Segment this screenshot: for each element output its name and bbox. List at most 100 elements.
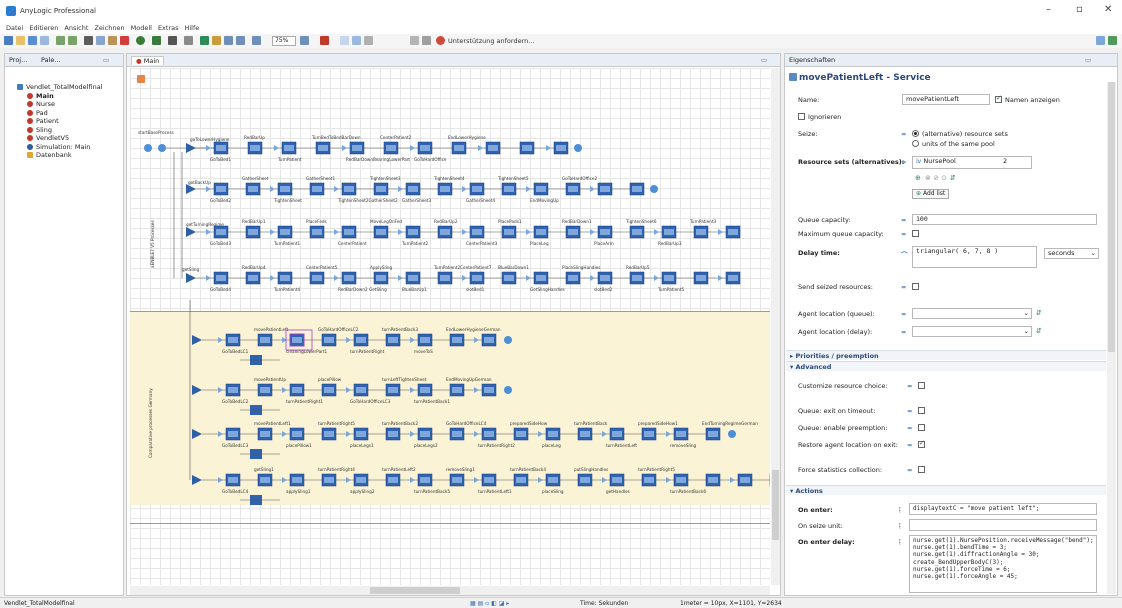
service-block-inner[interactable]: [388, 387, 398, 393]
service-block-inner[interactable]: [484, 477, 494, 483]
static-value-icon[interactable]: =: [901, 230, 906, 238]
service-block-inner[interactable]: [568, 229, 578, 235]
add-list-button[interactable]: ⊕ Add list: [912, 189, 950, 199]
service-block-inner[interactable]: [728, 229, 738, 235]
service-block-inner[interactable]: [440, 229, 450, 235]
tree-item-project[interactable]: Vendlet_TotalModelfinal: [17, 83, 123, 92]
status-tool-icons[interactable]: ▦ ▤ ▫ ◧ ◪ ▸: [470, 600, 509, 607]
service-block-inner[interactable]: [324, 477, 334, 483]
max-queue-checkbox[interactable]: [912, 230, 919, 237]
move-arrow-icon[interactable]: [342, 145, 347, 151]
service-block-inner[interactable]: [344, 186, 354, 192]
queue-capacity-input[interactable]: 100: [912, 214, 1097, 225]
move-arrow-icon[interactable]: [346, 387, 351, 393]
perspective2-icon[interactable]: [1108, 36, 1117, 45]
service-block-inner[interactable]: [452, 387, 462, 393]
service-block-inner[interactable]: [664, 275, 674, 281]
restore-location-checkbox[interactable]: [918, 439, 925, 448]
move-arrow-icon[interactable]: [410, 477, 415, 483]
move-arrow-icon[interactable]: [206, 145, 211, 151]
move-arrow-icon[interactable]: [410, 431, 415, 437]
delete-icon[interactable]: [120, 36, 129, 45]
pool-picker-icon[interactable]: ⇵: [950, 174, 956, 182]
menu-hilfe[interactable]: Hilfe: [184, 22, 199, 34]
undo-icon[interactable]: [56, 36, 65, 45]
paste-icon[interactable]: [108, 36, 117, 45]
move-arrow-icon[interactable]: [474, 337, 479, 343]
service-block-inner[interactable]: [632, 186, 642, 192]
customize-resource-checkbox[interactable]: [918, 382, 925, 389]
move-arrow-icon[interactable]: [270, 186, 275, 192]
service-block-inner[interactable]: [312, 186, 322, 192]
zoom-out-icon[interactable]: [236, 36, 245, 45]
move-arrow-icon[interactable]: [462, 275, 467, 281]
move-arrow-icon[interactable]: [718, 229, 723, 235]
move-arrow-icon[interactable]: [282, 477, 287, 483]
editor-hscroll[interactable]: [130, 586, 770, 595]
tree-item-database[interactable]: Datenbank: [17, 151, 123, 160]
service-block-inner[interactable]: [260, 387, 270, 393]
select-output-icon[interactable]: [186, 184, 196, 194]
service-block-inner[interactable]: [408, 186, 418, 192]
support-icon[interactable]: [436, 36, 445, 45]
service-block-inner[interactable]: [536, 186, 546, 192]
open-icon[interactable]: [16, 36, 25, 45]
service-block-inner[interactable]: [292, 477, 302, 483]
service-block-inner[interactable]: [344, 275, 354, 281]
service-block-inner[interactable]: [452, 431, 462, 437]
service-block-inner[interactable]: [740, 477, 750, 483]
move-arrow-icon[interactable]: [526, 229, 531, 235]
service-block-inner[interactable]: [228, 337, 238, 343]
maximize-icon[interactable]: ▫: [1076, 4, 1083, 15]
service-block-inner[interactable]: [376, 186, 386, 192]
move-arrow-icon[interactable]: [206, 186, 211, 192]
move-arrow-icon[interactable]: [218, 431, 223, 437]
move-arrow-icon[interactable]: [462, 229, 467, 235]
service-block-inner[interactable]: [676, 431, 686, 437]
service-block-inner[interactable]: [388, 477, 398, 483]
static-value-icon[interactable]: =: [907, 424, 912, 432]
move-arrow-icon[interactable]: [346, 477, 351, 483]
menu-datei[interactable]: Datei: [6, 22, 23, 34]
select-output-icon[interactable]: [186, 273, 196, 283]
move-arrow-icon[interactable]: [654, 275, 659, 281]
service-block-inner[interactable]: [356, 431, 366, 437]
select-output-icon[interactable]: [192, 335, 202, 345]
queue-preemption-checkbox[interactable]: [918, 424, 925, 431]
queue-exit-checkbox[interactable]: [918, 407, 925, 414]
sink-node[interactable]: [728, 430, 736, 438]
service-block-inner[interactable]: [420, 431, 430, 437]
move-arrow-icon[interactable]: [218, 387, 223, 393]
service-block-inner[interactable]: [612, 477, 622, 483]
service-block-inner[interactable]: [440, 186, 450, 192]
service-block-inner[interactable]: [376, 229, 386, 235]
menu-zeichnen[interactable]: Zeichnen: [94, 22, 124, 34]
static-value-icon[interactable]: =: [907, 382, 912, 390]
service-block-inner[interactable]: [452, 477, 462, 483]
section-advanced[interactable]: ▾ Advanced: [786, 361, 1106, 371]
layers-icon[interactable]: [352, 36, 361, 45]
stop-icon[interactable]: [184, 36, 193, 45]
on-seize-unit-code[interactable]: [909, 519, 1097, 531]
service-block-inner[interactable]: [600, 186, 610, 192]
service-block-inner[interactable]: [292, 387, 302, 393]
service-block-inner[interactable]: [408, 275, 418, 281]
static-value-icon[interactable]: =: [901, 216, 906, 224]
resource-sets-table[interactable]: ⅳ NursePool 2: [912, 156, 1032, 169]
service-block-inner[interactable]: [600, 229, 610, 235]
service-block-inner[interactable]: [352, 145, 362, 151]
service-block-inner[interactable]: [324, 387, 334, 393]
source-node[interactable]: [144, 144, 152, 152]
move-arrow-icon[interactable]: [602, 477, 607, 483]
service-block-inner[interactable]: [488, 145, 498, 151]
service-block-inner[interactable]: [280, 186, 290, 192]
move-arrow-icon[interactable]: [270, 275, 275, 281]
move-arrow-icon[interactable]: [730, 477, 735, 483]
tab-projects[interactable]: Proj...: [9, 56, 27, 64]
service-block-inner[interactable]: [248, 186, 258, 192]
tab-main[interactable]: ● Main: [131, 56, 165, 65]
save-all-icon[interactable]: [40, 36, 49, 45]
properties-scrollbar[interactable]: [1107, 82, 1116, 594]
code-icon[interactable]: ⦙: [899, 538, 900, 547]
static-value-icon[interactable]: =: [907, 441, 912, 449]
